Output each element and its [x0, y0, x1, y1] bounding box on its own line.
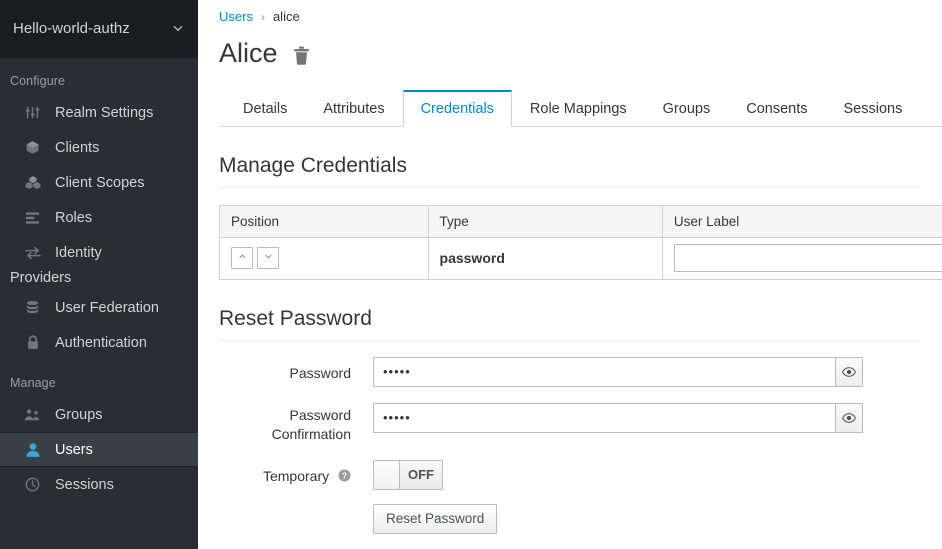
column-header-position: Position: [219, 204, 429, 238]
svg-text:?: ?: [342, 471, 347, 481]
cell-position: [219, 237, 429, 280]
sidebar-section-manage: Manage: [10, 376, 56, 390]
cell-user-label: [661, 237, 942, 280]
user-tabs: Details Attributes Credentials Role Mapp…: [219, 89, 942, 127]
reset-password-heading: Reset Password: [219, 306, 372, 330]
realm-name: Hello-world-authz: [13, 20, 130, 37]
sidebar-item-realm-settings[interactable]: Realm Settings: [0, 95, 198, 130]
chevron-down-icon: [172, 22, 184, 36]
credentials-table: Position Type User Label password: [219, 204, 942, 280]
sidebar-item-label: Clients: [55, 139, 100, 156]
sliders-icon: [22, 105, 43, 120]
sidebar-item-groups[interactable]: Groups: [0, 397, 198, 432]
sidebar-item-label: Realm Settings: [55, 104, 154, 121]
tab-credentials[interactable]: Credentials: [402, 89, 512, 127]
exchange-arrows-icon: [22, 246, 43, 260]
keycloak-admin-console: Hello-world-authz Configure Realm Settin…: [0, 0, 942, 549]
password-label: Password: [289, 364, 351, 381]
sidebar-section-configure: Configure: [10, 74, 66, 88]
column-header-user-label: User Label: [661, 204, 942, 238]
password-confirmation-label: Password Confirmation: [219, 403, 373, 444]
cube-icon: [22, 140, 43, 155]
sidebar-item-clients[interactable]: Clients: [0, 130, 198, 165]
tab-groups[interactable]: Groups: [645, 90, 729, 126]
temporary-label: Temporary: [262, 467, 330, 484]
credential-type-value: password: [439, 250, 505, 267]
sidebar-item-user-federation[interactable]: User Federation: [0, 290, 198, 325]
sidebar-item-sessions[interactable]: Sessions: [0, 467, 198, 502]
temporary-toggle[interactable]: OFF: [373, 459, 443, 490]
database-icon: [22, 300, 43, 315]
toggle-state-label: OFF: [400, 460, 442, 489]
sidebar-item-identity-providers[interactable]: Identity: [0, 235, 198, 270]
cell-type: password: [427, 237, 663, 280]
password-confirmation-label-line2: Confirmation: [271, 425, 351, 442]
breadcrumb-current: alice: [272, 9, 300, 24]
breadcrumb: Users › alice: [198, 0, 942, 24]
user-icon: [22, 442, 43, 457]
chevron-up-icon[interactable]: [231, 247, 253, 270]
sidebar-item-roles[interactable]: Roles: [0, 200, 198, 235]
page-title: Alice: [219, 38, 278, 68]
tab-consents[interactable]: Consents: [728, 90, 825, 126]
sidebar-item-label: Authentication: [55, 334, 147, 351]
sidebar-item-client-scopes[interactable]: Client Scopes: [0, 165, 198, 200]
temporary-field-row: Temporary ? OFF: [219, 459, 942, 490]
password-confirmation-label-line1: Password: [289, 406, 351, 423]
sidebar-item-users[interactable]: Users: [0, 432, 198, 467]
sidebar: Hello-world-authz Configure Realm Settin…: [0, 0, 198, 549]
cubes-icon: [22, 175, 43, 190]
tab-attributes[interactable]: Attributes: [305, 90, 402, 126]
manage-credentials-heading: Manage Credentials: [219, 153, 407, 177]
eye-icon[interactable]: [835, 402, 863, 433]
sidebar-item-label: Sessions: [55, 476, 114, 493]
clock-icon: [22, 477, 43, 492]
tab-details[interactable]: Details: [225, 90, 305, 126]
column-header-type: Type: [427, 204, 663, 238]
sidebar-item-label: User Federation: [55, 299, 159, 316]
user-label-input[interactable]: [673, 244, 942, 273]
password-confirmation-field-row: Password Confirmation: [219, 402, 942, 444]
trash-icon[interactable]: [293, 46, 310, 66]
breadcrumb-separator: ›: [260, 9, 265, 24]
temporary-label-wrap: Temporary ?: [219, 460, 373, 490]
password-input[interactable]: [373, 356, 835, 387]
sidebar-item-label: Roles: [55, 209, 93, 226]
toggle-handle: [374, 460, 400, 489]
page-header: Alice: [198, 24, 942, 69]
lock-icon: [22, 335, 43, 350]
breadcrumb-link-users[interactable]: Users: [219, 9, 253, 24]
reset-password-button[interactable]: Reset Password: [373, 503, 498, 534]
tab-role-mappings[interactable]: Role Mappings: [512, 90, 645, 126]
main-content: Users › alice Alice Details Attributes C…: [198, 0, 942, 549]
reset-password-section-header: Reset Password: [219, 307, 921, 341]
sidebar-item-label: Groups: [55, 406, 103, 423]
manage-credentials-section-header: Manage Credentials: [219, 154, 921, 188]
password-confirmation-input[interactable]: [373, 402, 835, 433]
chevron-down-icon[interactable]: [257, 247, 279, 270]
list-icon: [22, 211, 43, 225]
sidebar-item-authentication[interactable]: Authentication: [0, 325, 198, 360]
sidebar-item-label: Identity: [55, 244, 102, 261]
question-circle-icon[interactable]: ?: [338, 464, 351, 490]
users-group-icon: [22, 408, 43, 422]
password-field-row: Password: [219, 356, 942, 387]
sidebar-item-label: Users: [55, 441, 93, 458]
table-row: password: [219, 237, 942, 280]
tab-sessions[interactable]: Sessions: [825, 90, 920, 126]
table-header-row: Position Type User Label: [219, 204, 942, 238]
eye-icon[interactable]: [835, 356, 863, 387]
realm-selector[interactable]: Hello-world-authz: [0, 0, 198, 58]
sidebar-item-label: Client Scopes: [55, 174, 145, 191]
